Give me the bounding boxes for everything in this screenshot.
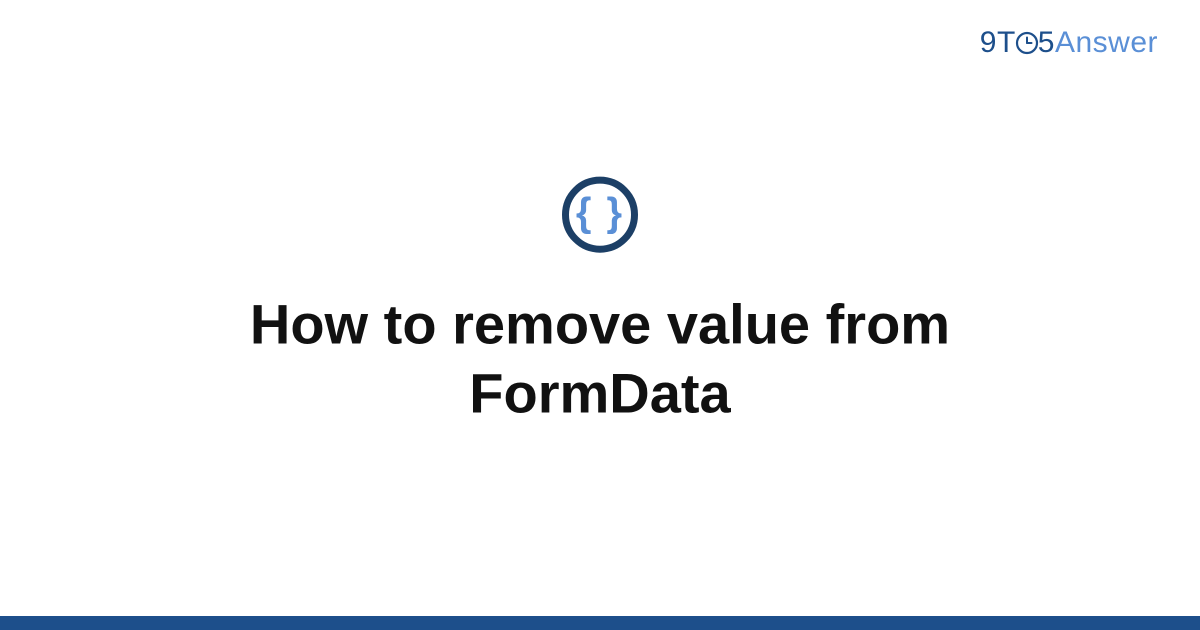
footer-accent-bar <box>0 616 1200 630</box>
logo-text-answer: Answer <box>1055 26 1158 59</box>
logo-text-5: 5 <box>1038 26 1055 59</box>
category-badge: { } <box>562 177 638 253</box>
clock-icon <box>1015 29 1039 63</box>
page-title: How to remove value from FormData <box>120 291 1080 428</box>
site-logo: 9T5Answer <box>980 26 1158 63</box>
main-content: { } How to remove value from FormData <box>0 177 1200 428</box>
logo-text-T: T <box>997 26 1016 59</box>
code-braces-icon: { } <box>576 193 624 233</box>
logo-text-9: 9 <box>980 26 997 59</box>
